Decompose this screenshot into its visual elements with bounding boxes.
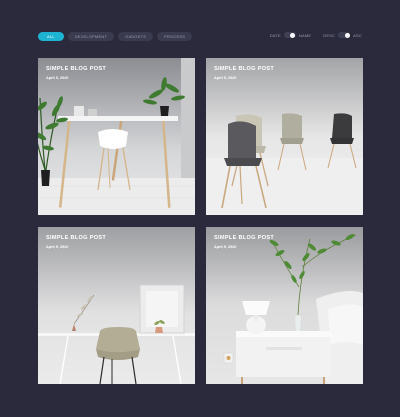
- blog-post-card-4[interactable]: SIMPLE BLOG POST April 5, 2020: [206, 227, 363, 384]
- category-filter-bar: ALL DEVELOPMENT GADGETS PROCESS: [38, 32, 193, 41]
- sort-date-label: DATE: [269, 32, 281, 38]
- filter-development-button[interactable]: DEVELOPMENT: [67, 32, 115, 41]
- post-title: SIMPLE BLOG POST: [214, 235, 275, 241]
- switch-knob: [344, 32, 350, 38]
- bedroom-photo: [206, 227, 363, 384]
- post-date: April 5, 2020: [214, 76, 237, 80]
- blog-post-card-1[interactable]: SIMPLE BLOG POST April 5, 2020: [38, 58, 195, 215]
- sort-controls: DATE NAME DESC ASC: [270, 32, 362, 38]
- filter-process-button[interactable]: PROCESS: [157, 32, 193, 41]
- chairs-photo: [206, 58, 363, 215]
- filter-all-button[interactable]: ALL: [38, 32, 64, 41]
- post-title: SIMPLE BLOG POST: [46, 235, 107, 241]
- sort-field-toggle-group: DATE NAME: [270, 32, 312, 38]
- sort-order-switch[interactable]: [338, 32, 351, 38]
- blog-post-card-3[interactable]: SIMPLE BLOG POST April 5, 2020: [38, 227, 195, 384]
- sort-field-switch[interactable]: [283, 32, 296, 38]
- sort-asc-label: ASC: [353, 32, 362, 38]
- sort-order-toggle-group: DESC ASC: [323, 32, 362, 38]
- sort-name-label: NAME: [298, 32, 312, 38]
- sort-desc-label: DESC: [323, 32, 336, 38]
- workspace-photo: [38, 227, 195, 384]
- post-date: April 5, 2020: [46, 76, 69, 80]
- post-title: SIMPLE BLOG POST: [46, 66, 107, 72]
- switch-knob: [290, 32, 296, 38]
- blog-post-card-2[interactable]: SIMPLE BLOG POST April 5, 2020: [206, 58, 363, 215]
- post-date: April 5, 2020: [214, 245, 237, 249]
- post-date: April 5, 2020: [46, 245, 69, 249]
- desk-photo: [38, 58, 195, 215]
- filter-gadgets-button[interactable]: GADGETS: [118, 32, 154, 41]
- post-title: SIMPLE BLOG POST: [214, 66, 275, 72]
